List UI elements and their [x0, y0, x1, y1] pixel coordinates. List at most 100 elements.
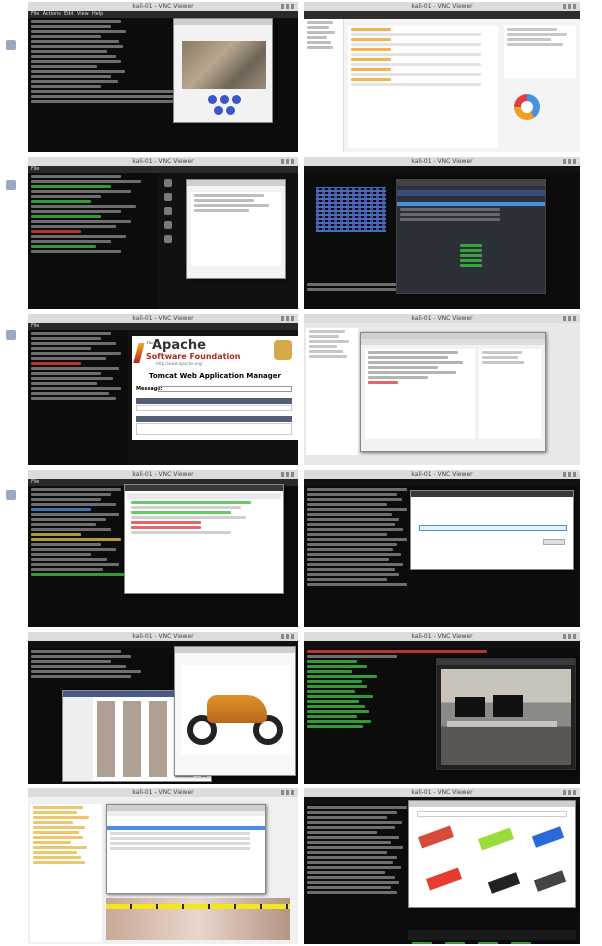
- manager-links-row[interactable]: [136, 405, 292, 411]
- screenshot-collage: kali-01 - VNC Viewer File Actions Edit V…: [0, 0, 602, 946]
- motorcycle-body: [207, 695, 267, 723]
- applications-row: [136, 423, 292, 435]
- usb-drive-result[interactable]: [531, 826, 565, 848]
- menu-file[interactable]: File: [31, 323, 39, 329]
- nav-button-icon[interactable]: [220, 95, 229, 104]
- browser-window[interactable]: [124, 484, 284, 594]
- window-controls-icon[interactable]: [281, 159, 295, 164]
- progress-bars: [457, 242, 497, 267]
- file-tree[interactable]: [30, 804, 102, 942]
- form-submit-button[interactable]: [543, 539, 565, 545]
- image-viewer-window[interactable]: [173, 18, 273, 123]
- desktop-icon[interactable]: [164, 193, 172, 201]
- edge-icon: [6, 180, 16, 190]
- desktop-icon[interactable]: [164, 221, 172, 229]
- shot-terminal-dialog: kali-01 - VNC Viewer File: [28, 157, 298, 309]
- photo-viewer-window[interactable]: [174, 646, 296, 776]
- window-controls-icon[interactable]: [281, 316, 295, 321]
- aerial-photo: [182, 41, 266, 89]
- apache-logo-name: Apache: [152, 338, 206, 353]
- dialog-content: [191, 192, 281, 266]
- request-editor[interactable]: [365, 349, 475, 439]
- edge-icon: [6, 40, 16, 50]
- window-titlebar: kali-01 - VNC Viewer: [28, 157, 298, 166]
- search-bar[interactable]: [417, 811, 567, 817]
- nav-button-icon[interactable]: [232, 95, 241, 104]
- nav-button-icon[interactable]: [208, 95, 217, 104]
- desk-surface: [447, 721, 557, 727]
- dashboard-table: [348, 26, 498, 148]
- usb-drive-result[interactable]: [533, 870, 567, 892]
- terminal-menubar: File: [28, 166, 298, 173]
- options-panel[interactable]: [479, 349, 541, 439]
- photo-viewer-titlebar: [175, 647, 295, 653]
- window-controls-icon[interactable]: [281, 4, 295, 9]
- menu-file[interactable]: File: [31, 479, 39, 485]
- file-list-window[interactable]: [106, 804, 266, 894]
- apache-feather-icon: [133, 343, 145, 363]
- web-form-window[interactable]: [410, 490, 574, 570]
- tomcat-cat-icon: [274, 340, 292, 360]
- selected-file-row[interactable]: [107, 826, 265, 830]
- image-search-window[interactable]: [408, 800, 576, 908]
- viewer-nav-buttons[interactable]: [208, 95, 242, 117]
- dialog-titlebar: [187, 180, 285, 186]
- shot-terminal-image-search: kali-01 - VNC Viewer: [304, 788, 580, 944]
- apache-logo-url: http://www.apache.org/: [156, 361, 203, 366]
- terminal-menubar: File: [28, 323, 298, 330]
- selected-row[interactable]: [397, 202, 545, 206]
- donut-chart-icon: [514, 94, 540, 120]
- desktop-icon[interactable]: [164, 179, 172, 187]
- browser-urlbar[interactable]: [127, 493, 281, 499]
- window-titlebar: kali-01 - VNC Viewer: [304, 470, 580, 479]
- manager-links-bar[interactable]: [136, 398, 292, 404]
- browser-tabs[interactable]: [304, 11, 580, 19]
- shot-terminal-webcam: kali-01 - VNC Viewer: [304, 632, 580, 784]
- terminal-output[interactable]: [28, 330, 128, 465]
- window-controls-icon[interactable]: [281, 790, 295, 795]
- browser-titlebar: [125, 485, 283, 491]
- window-controls-icon[interactable]: [563, 790, 577, 795]
- nav-button-icon[interactable]: [226, 106, 235, 115]
- table-titlebar: [397, 180, 545, 186]
- usb-drive-result[interactable]: [487, 872, 521, 894]
- shot-ascii-art-table: kali-01 - VNC Viewer: [304, 157, 580, 309]
- desktop-icon[interactable]: [164, 235, 172, 243]
- window-controls-icon[interactable]: [563, 159, 577, 164]
- usb-drive-result[interactable]: [425, 867, 463, 891]
- form-input[interactable]: [419, 525, 567, 531]
- dashboard-sidebar: [304, 19, 344, 152]
- menu-file[interactable]: File: [31, 11, 39, 17]
- table-header-bar: [397, 190, 545, 196]
- window-titlebar: kali-01 - VNC Viewer: [28, 788, 298, 797]
- window-controls-icon[interactable]: [563, 4, 577, 9]
- proxy-window[interactable]: [360, 332, 546, 452]
- shot-proxy-tool: kali-01 - VNC Viewer: [304, 314, 580, 465]
- menu-file[interactable]: File: [31, 166, 39, 172]
- window-titlebar: kali-01 - VNC Viewer: [304, 157, 580, 166]
- window-controls-icon[interactable]: [281, 634, 295, 639]
- shot-terminal-image-viewer: kali-01 - VNC Viewer File Actions Edit V…: [28, 2, 298, 152]
- window-controls-icon[interactable]: [563, 316, 577, 321]
- apache-logo-foundation: Software Foundation: [146, 352, 241, 361]
- window-titlebar: kali-01 - VNC Viewer: [304, 314, 580, 323]
- menu-view[interactable]: View: [77, 11, 89, 17]
- menu-help[interactable]: Help: [92, 11, 103, 17]
- window-controls-icon[interactable]: [563, 634, 577, 639]
- proxy-tabs[interactable]: [361, 339, 545, 345]
- menu-edit[interactable]: Edit: [64, 11, 74, 17]
- left-edge-icons: [2, 30, 22, 910]
- dialog-window[interactable]: [186, 179, 286, 279]
- terminal-output[interactable]: [28, 173, 158, 309]
- desktop-icon[interactable]: [164, 207, 172, 215]
- nav-button-icon[interactable]: [214, 106, 223, 115]
- window-controls-icon[interactable]: [563, 472, 577, 477]
- edge-icon: [6, 330, 16, 340]
- table-window[interactable]: [396, 179, 546, 294]
- usb-drive-result[interactable]: [417, 825, 455, 849]
- webcam-photo-window[interactable]: [436, 658, 576, 770]
- window-titlebar: kali-01 - VNC Viewer: [28, 2, 298, 11]
- menu-actions[interactable]: Actions: [43, 11, 61, 17]
- usb-drive-result[interactable]: [477, 827, 515, 851]
- window-controls-icon[interactable]: [281, 472, 295, 477]
